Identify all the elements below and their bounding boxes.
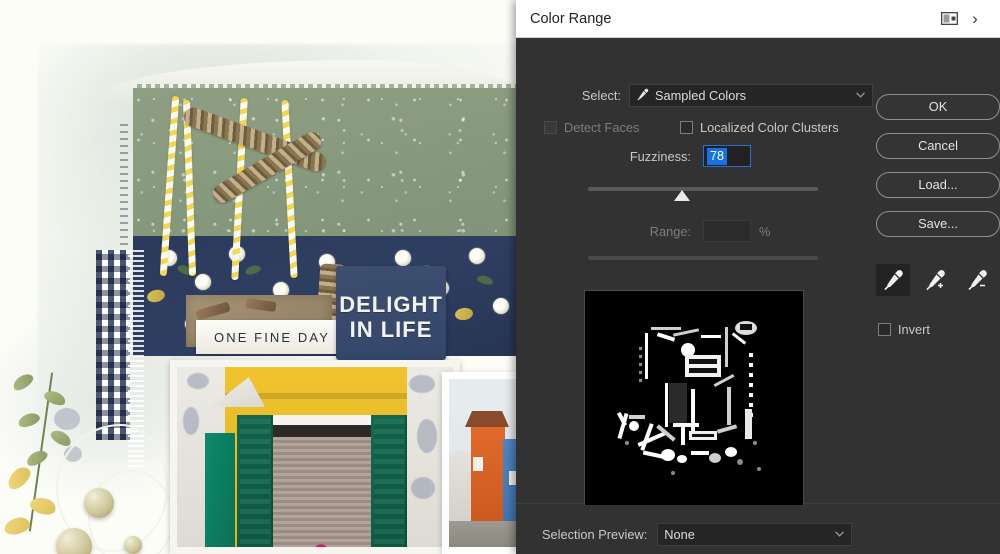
localized-color-clusters-checkbox[interactable] <box>680 121 693 134</box>
invert-label: Invert <box>897 322 930 337</box>
dialog-main-panel: Select: Sampled Colors Detect Faces Loca… <box>516 38 1000 537</box>
dialog-button-column: OK Cancel Load... Save... <box>876 94 1000 250</box>
selection-preview-label: Selection Preview: <box>542 527 648 542</box>
selection-preview-thumbnail[interactable] <box>584 290 804 510</box>
load-button[interactable]: Load... <box>876 172 1000 198</box>
selection-preview-row: Selection Preview: None <box>542 523 882 546</box>
label-one-fine-day: ONE FINE DAY <box>196 320 348 354</box>
paint-blob <box>54 408 80 430</box>
pearl-bead <box>84 488 114 518</box>
select-label: Select: <box>581 88 621 103</box>
select-row: Select: Sampled Colors <box>563 84 873 107</box>
card-line-1: DELIGHT <box>339 292 443 317</box>
range-row: Range: % <box>563 220 873 242</box>
range-input <box>703 220 751 242</box>
chevron-down-icon <box>854 91 866 100</box>
ok-button[interactable]: OK <box>876 94 1000 120</box>
eyedropper-toolbar <box>876 264 994 296</box>
pearl-bead <box>124 536 142 554</box>
close-icon[interactable]: › <box>962 6 988 32</box>
dialog-footer: Selection Preview: None <box>516 505 1000 554</box>
eyedropper-subtract-icon[interactable] <box>960 264 994 296</box>
selection-mask-image <box>585 291 803 509</box>
label-one-fine-day-text: ONE FINE DAY <box>214 329 330 345</box>
range-label: Range: <box>649 223 691 239</box>
cancel-button[interactable]: Cancel <box>876 133 1000 159</box>
save-button[interactable]: Save... <box>876 211 1000 237</box>
detect-faces-checkbox-group: Detect Faces <box>544 120 680 135</box>
card-delight-in-life: DELIGHT IN LIFE <box>336 266 774 545</box>
eyedropper-icon <box>636 88 649 104</box>
fuzziness-slider-handle[interactable] <box>674 190 690 201</box>
fuzziness-row: Fuzziness: 78 <box>563 145 873 167</box>
fuzziness-input[interactable]: 78 <box>703 145 751 167</box>
chevron-down-icon <box>833 530 845 539</box>
fuzziness-slider[interactable] <box>588 184 818 202</box>
localized-color-clusters-label: Localized Color Clusters <box>700 120 839 135</box>
dialog-title: Color Range <box>530 10 612 27</box>
dialog-body: Select: Sampled Colors Detect Faces Loca… <box>516 38 1000 554</box>
panel-dock-icon[interactable] <box>936 6 962 32</box>
dialog-titlebar[interactable]: Color Range › <box>516 0 1000 38</box>
fuzziness-value: 78 <box>707 147 728 165</box>
card-line-2: IN LIFE <box>349 317 433 342</box>
selection-preview-dropdown[interactable]: None <box>657 523 853 546</box>
range-slider-track <box>588 256 818 260</box>
range-unit: % <box>759 223 771 239</box>
detect-faces-label: Detect Faces <box>564 120 640 135</box>
invert-checkbox[interactable] <box>877 323 891 336</box>
eyedropper-add-icon[interactable] <box>918 264 952 296</box>
localized-color-clusters-group[interactable]: Localized Color Clusters <box>680 120 839 135</box>
range-slider <box>588 256 818 262</box>
eyedropper-sample-icon[interactable] <box>876 264 910 296</box>
fuzziness-label: Fuzziness: <box>629 148 691 164</box>
select-value: Sampled Colors <box>655 88 747 103</box>
invert-checkbox-group[interactable]: Invert <box>877 322 930 337</box>
fuzziness-slider-track <box>588 187 818 191</box>
select-dropdown[interactable]: Sampled Colors <box>629 84 873 107</box>
checkbox-row: Detect Faces Localized Color Clusters <box>544 120 874 135</box>
screen: ONE FINE DAY DELIGHT IN LIFE Color Range… <box>0 0 1000 554</box>
selection-preview-value: None <box>664 527 695 542</box>
photo-yellow-doorway <box>170 360 460 554</box>
color-range-dialog: Color Range › Select: Sampled Colors Det… <box>516 0 1000 554</box>
detect-faces-checkbox <box>544 121 557 134</box>
gingham-ribbon <box>96 250 130 440</box>
